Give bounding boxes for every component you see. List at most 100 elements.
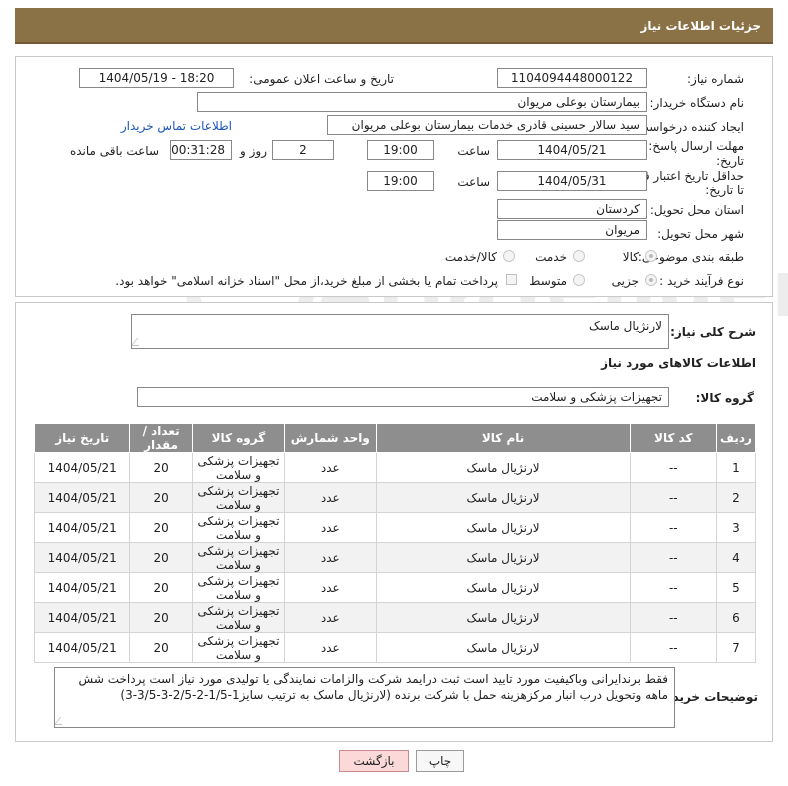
cell-unit: عدد: [284, 602, 377, 633]
cell-goods-group: تجهیزات پزشکی و سلامت: [191, 542, 286, 573]
cell-goods-code: --: [629, 572, 717, 603]
need-info-panel: شماره نیاز: 1104094448000122 تاریخ و ساع…: [15, 56, 773, 297]
resize-handle-icon[interactable]: [132, 338, 146, 346]
cell-goods-name: لارنژیال ماسک: [375, 542, 631, 573]
category-goods-label: کالا: [622, 250, 639, 264]
category-goods-radio[interactable]: [645, 250, 657, 262]
cell-need-date: 1404/05/21: [33, 572, 131, 603]
cell-row-number: 4: [715, 542, 757, 573]
cell-goods-group: تجهیزات پزشکی و سلامت: [191, 602, 286, 633]
description-label: شرح کلی نیاز:: [670, 325, 756, 339]
need-number-field: 1104094448000122: [497, 68, 647, 88]
col-group: گروه کالا: [191, 423, 286, 453]
process-medium-label: متوسط: [529, 274, 567, 288]
goods-table-header: ردیف کد کالا نام کالا واحد شمارش گروه کا…: [33, 423, 757, 453]
announce-datetime-field: 1404/05/19 - 18:20: [79, 68, 234, 88]
need-number-label: شماره نیاز:: [687, 72, 744, 86]
cell-goods-code: --: [629, 512, 717, 543]
cell-goods-code: --: [629, 632, 717, 663]
process-label: نوع فرآیند خرید :: [659, 274, 744, 288]
print-button[interactable]: چاپ: [416, 750, 464, 772]
goods-table: ردیف کد کالا نام کالا واحد شمارش گروه کا…: [33, 423, 757, 663]
cell-row-number: 6: [715, 602, 757, 633]
col-qty: تعداد / مقدار: [129, 423, 193, 453]
remaining-time-field: 00:31:28: [170, 140, 232, 160]
validity-time-label: ساعت: [457, 175, 490, 189]
cell-unit: عدد: [284, 512, 377, 543]
cell-row-number: 5: [715, 572, 757, 603]
cell-need-date: 1404/05/21: [33, 512, 131, 543]
process-medium-radio[interactable]: [573, 274, 585, 286]
table-row: 3 -- لارنژیال ماسک عدد تجهیزات پزشکی و سلامت…: [33, 512, 757, 543]
cell-goods-name: لارنژیال ماسک: [375, 602, 631, 633]
table-row: 6 -- لارنژیال ماسک عدد تجهیزات پزشکی و سلامت…: [33, 602, 757, 633]
cell-quantity: 20: [129, 602, 193, 633]
cell-unit: عدد: [284, 572, 377, 603]
validity-date-field: 1404/05/31: [497, 171, 647, 191]
table-row: 4 -- لارنژیال ماسک عدد تجهیزات پزشکی و سلامت…: [33, 542, 757, 573]
creator-field: سید سالار حسینی قادری خدمات بیمارستان بو…: [327, 115, 647, 135]
cell-goods-code: --: [629, 602, 717, 633]
city-label: شهر محل تحویل:: [657, 227, 744, 241]
col-row: ردیف: [715, 423, 757, 453]
process-minor-radio[interactable]: [645, 274, 657, 286]
goods-table-body: 1 -- لارنژیال ماسک عدد تجهیزات پزشکی و سلامت…: [33, 452, 757, 663]
treasury-note: پرداخت تمام یا بخشی از مبلغ خرید،از محل …: [115, 274, 498, 288]
province-field: کردستان: [497, 199, 647, 219]
cell-goods-name: لارنژیال ماسک: [375, 632, 631, 663]
cell-unit: عدد: [284, 452, 377, 483]
days-label: روز و: [240, 144, 267, 158]
cell-goods-group: تجهیزات پزشکی و سلامت: [191, 512, 286, 543]
cell-need-date: 1404/05/21: [33, 542, 131, 573]
goods-group-label: گروه کالا:: [695, 391, 754, 405]
cell-quantity: 20: [129, 632, 193, 663]
deadline-time-label: ساعت: [457, 144, 490, 158]
category-both-radio[interactable]: [503, 250, 515, 262]
cell-goods-name: لارنژیال ماسک: [375, 572, 631, 603]
description-field[interactable]: لارنژیال ماسک: [131, 314, 669, 349]
cell-goods-name: لارنژیال ماسک: [375, 512, 631, 543]
city-field: مریوان: [497, 220, 647, 240]
cell-goods-name: لارنژیال ماسک: [375, 482, 631, 513]
col-date: تاریخ نیاز: [33, 423, 131, 453]
buyer-notes-text: فقط برندایرانی وباکیفیت مورد تایید است ث…: [78, 672, 668, 702]
cell-quantity: 20: [129, 452, 193, 483]
category-both-label: کالا/خدمت: [444, 250, 497, 264]
deadline-time-field: 19:00: [367, 140, 434, 160]
cell-quantity: 20: [129, 572, 193, 603]
cell-row-number: 2: [715, 482, 757, 513]
goods-panel: شرح کلی نیاز: لارنژیال ماسک اطلاعات کالا…: [15, 302, 773, 742]
cell-goods-name: لارنژیال ماسک: [375, 452, 631, 483]
treasury-checkbox[interactable]: [506, 274, 517, 285]
cell-unit: عدد: [284, 482, 377, 513]
cell-goods-code: --: [629, 542, 717, 573]
remaining-label: ساعت باقی مانده: [69, 144, 159, 158]
deadline-label-date: تاریخ:: [716, 154, 744, 168]
table-row: 7 -- لارنژیال ماسک عدد تجهیزات پزشکی و سلامت…: [33, 632, 757, 663]
deadline-label: مهلت ارسال پاسخ: تا: [637, 139, 744, 153]
deadline-date-field: 1404/05/21: [497, 140, 647, 160]
cell-goods-code: --: [629, 452, 717, 483]
cell-quantity: 20: [129, 482, 193, 513]
category-service-label: خدمت: [535, 250, 567, 264]
cell-need-date: 1404/05/21: [33, 602, 131, 633]
cell-row-number: 3: [715, 512, 757, 543]
cell-row-number: 7: [715, 632, 757, 663]
col-unit: واحد شمارش: [284, 423, 377, 453]
cell-need-date: 1404/05/21: [33, 452, 131, 483]
contact-buyer-link[interactable]: اطلاعات تماس خریدار: [121, 119, 232, 133]
back-button[interactable]: بازگشت: [339, 750, 409, 772]
buyer-notes-field[interactable]: فقط برندایرانی وباکیفیت مورد تایید است ث…: [54, 667, 675, 728]
cell-quantity: 20: [129, 542, 193, 573]
table-row: 2 -- لارنژیال ماسک عدد تجهیزات پزشکی و سلامت…: [33, 482, 757, 513]
days-remaining-field: 2: [272, 140, 334, 160]
category-service-radio[interactable]: [573, 250, 585, 262]
description-text: لارنژیال ماسک: [588, 319, 662, 333]
page-title: جزئیات اطلاعات نیاز: [640, 19, 761, 33]
process-minor-label: جزیی: [611, 274, 639, 288]
province-label: استان محل تحویل:: [649, 203, 744, 217]
announce-label: تاریخ و ساعت اعلان عمومی:: [249, 72, 394, 86]
resize-handle-icon[interactable]: [55, 717, 69, 725]
cell-goods-group: تجهیزات پزشکی و سلامت: [191, 482, 286, 513]
buyer-org-field: بیمارستان بوعلی مریوان: [197, 92, 647, 112]
